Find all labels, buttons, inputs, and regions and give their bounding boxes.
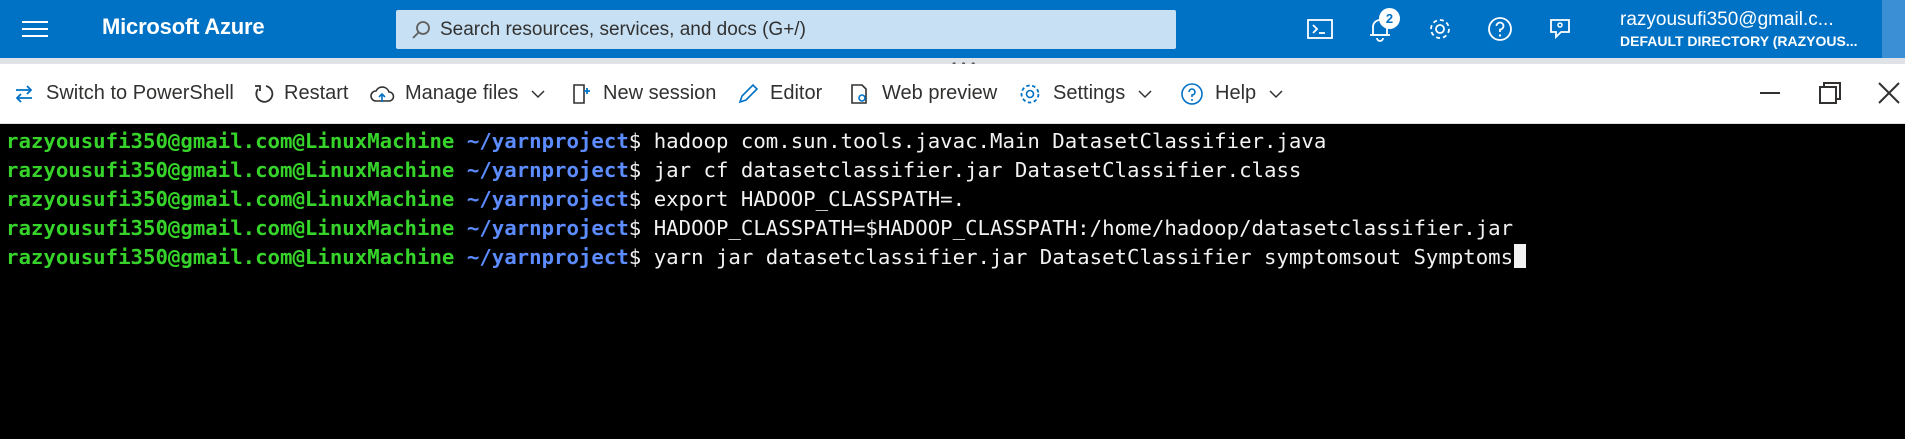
azure-top-bar: Microsoft Azure Search resources, servic…	[0, 0, 1905, 58]
prompt-path: ~/yarnproject	[466, 216, 629, 240]
close-icon[interactable]	[1873, 77, 1905, 109]
portal-menu-icon[interactable]	[22, 16, 48, 42]
command-text: hadoop com.sun.tools.javac.Main DatasetC…	[653, 129, 1327, 153]
command-text: jar cf datasetclassifier.jar DatasetClas…	[653, 158, 1302, 182]
new-session-icon	[573, 83, 590, 104]
account-menu[interactable]: razyousufi350@gmail.c... DEFAULT DIRECTO…	[1620, 9, 1858, 49]
restart-button[interactable]: Restart	[252, 64, 348, 123]
prompt-user: razyousufi350@gmail.com@LinuxMachine	[6, 245, 455, 269]
new-session-label: New session	[603, 82, 717, 104]
minimize-icon[interactable]	[1754, 77, 1786, 109]
command-text: HADOOP_CLASSPATH=$HADOOP_CLASSPATH:/home…	[653, 216, 1514, 240]
prompt-path: ~/yarnproject	[466, 129, 629, 153]
settings-gear-icon	[1020, 84, 1040, 103]
brand-title[interactable]: Microsoft Azure	[102, 14, 265, 40]
search-icon	[412, 21, 430, 39]
web-preview-icon	[851, 83, 867, 104]
prompt-path: ~/yarnproject	[466, 158, 629, 182]
settings-button[interactable]: Settings	[1017, 64, 1153, 123]
maximize-icon[interactable]	[1814, 77, 1846, 109]
command-text: export HADOOP_CLASSPATH=.	[653, 187, 966, 211]
prompt-user: razyousufi350@gmail.com@LinuxMachine	[6, 216, 455, 240]
notifications-badge: 2	[1379, 8, 1400, 29]
prompt-path: ~/yarnproject	[466, 245, 629, 269]
terminal-line: razyousufi350@gmail.com@LinuxMachine:~/y…	[6, 243, 1527, 272]
help-icon[interactable]	[1484, 13, 1516, 45]
switch-to-powershell-label: Switch to PowerShell	[46, 82, 234, 104]
prompt-user: razyousufi350@gmail.com@LinuxMachine	[6, 129, 455, 153]
chevron-down-icon	[531, 89, 545, 98]
settings-label: Settings	[1053, 82, 1126, 104]
chevron-down-icon	[1269, 89, 1283, 98]
switch-to-powershell-button[interactable]: Switch to PowerShell	[12, 64, 234, 123]
terminal-cursor	[1514, 244, 1527, 268]
account-email: razyousufi350@gmail.c...	[1620, 9, 1834, 30]
help-label: Help	[1215, 82, 1257, 104]
terminal-line: razyousufi350@gmail.com@LinuxMachine:~/y…	[6, 158, 1302, 182]
help-icon	[1181, 82, 1203, 105]
editor-label: Editor	[770, 82, 823, 104]
help-button[interactable]: Help	[1179, 64, 1284, 123]
cloud-shell-toolbar: Switch to PowerShell Restart Manage file…	[0, 64, 1905, 124]
terminal-line: razyousufi350@gmail.com@LinuxMachine:~/y…	[6, 129, 1327, 153]
settings-gear-icon[interactable]	[1424, 13, 1456, 45]
command-text: yarn jar datasetclassifier.jar DatasetCl…	[653, 245, 1514, 269]
terminal-line: razyousufi350@gmail.com@LinuxMachine:~/y…	[6, 216, 1514, 240]
manage-files-button[interactable]: Manage files	[369, 64, 546, 123]
restart-label: Restart	[284, 82, 349, 104]
cloud-upload-icon	[370, 85, 395, 102]
terminal-output[interactable]: razyousufi350@gmail.com@LinuxMachine:~/y…	[0, 124, 1905, 439]
web-preview-button[interactable]: Web preview	[848, 64, 997, 123]
prompt-user: razyousufi350@gmail.com@LinuxMachine	[6, 158, 455, 182]
switch-arrows-icon	[15, 84, 33, 103]
cloud-shell-icon[interactable]	[1304, 13, 1336, 45]
manage-files-label: Manage files	[405, 82, 519, 104]
restart-icon	[255, 84, 274, 103]
terminal-line: razyousufi350@gmail.com@LinuxMachine:~/y…	[6, 187, 966, 211]
account-directory: DEFAULT DIRECTORY (RAZYOUS...	[1620, 33, 1858, 49]
search-input[interactable]: Search resources, services, and docs (G+…	[396, 10, 1176, 49]
search-placeholder: Search resources, services, and docs (G+…	[440, 19, 806, 40]
feedback-icon[interactable]	[1544, 13, 1576, 45]
prompt-user: razyousufi350@gmail.com@LinuxMachine	[6, 187, 455, 211]
avatar[interactable]	[1882, 0, 1905, 58]
chevron-down-icon	[1138, 89, 1152, 98]
new-session-button[interactable]: New session	[571, 64, 716, 123]
pencil-icon	[738, 83, 759, 103]
editor-button[interactable]: Editor	[736, 64, 822, 123]
prompt-path: ~/yarnproject	[466, 187, 629, 211]
web-preview-label: Web preview	[882, 82, 998, 104]
